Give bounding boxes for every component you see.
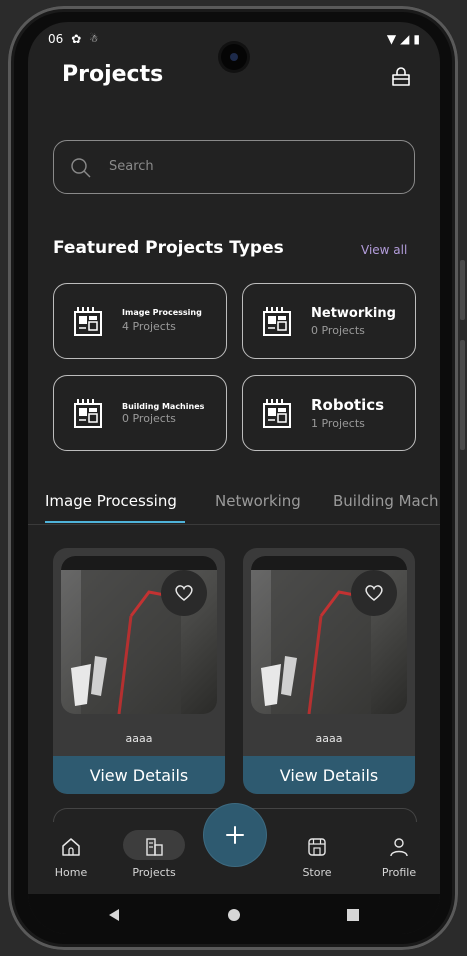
add-project-button[interactable] [204, 804, 266, 866]
page-title: Projects [62, 62, 164, 87]
nav-label: Projects [132, 866, 176, 879]
settings-icon: ✿ [71, 32, 82, 46]
battery-icon: ▮ [413, 32, 420, 46]
front-camera [221, 44, 247, 70]
card-count: 4 Projects [122, 320, 176, 333]
featured-card-networking[interactable]: Networking 0 Projects [242, 283, 416, 359]
card-count: 1 Projects [311, 417, 365, 430]
view-details-button[interactable]: View Details [53, 756, 225, 794]
app-screen: 06 ✿ ☃ ▼ ◢ ▮ Projects Search Featured Pr… [28, 22, 440, 934]
search-icon [71, 158, 91, 178]
card-name: Networking [311, 306, 396, 321]
tab-building-machines[interactable]: Building Mach [333, 492, 439, 510]
nav-label: Profile [381, 866, 417, 879]
shopping-bag-icon[interactable] [390, 66, 412, 88]
power-button [460, 340, 465, 450]
favorite-button[interactable] [351, 570, 397, 616]
signal-icon: ◢ [400, 32, 410, 46]
project-type-icon [74, 399, 102, 428]
notification-icon: ☃ [89, 33, 99, 45]
project-type-icon [74, 307, 102, 336]
project-name: aaaa [315, 732, 343, 745]
project-card[interactable]: aaaa View Details [53, 548, 225, 794]
project-image [251, 556, 407, 714]
project-card[interactable]: aaaa View Details [243, 548, 415, 794]
system-navigation-bar [28, 894, 440, 934]
project-type-icon [263, 307, 291, 336]
home-button-icon[interactable] [227, 908, 241, 922]
search-placeholder: Search [109, 159, 154, 174]
home-icon [62, 838, 80, 856]
volume-button [460, 260, 465, 320]
project-name: aaaa [125, 732, 153, 745]
featured-card-building-machines[interactable]: Building Machines 0 Projects [53, 375, 227, 451]
status-time: 06 [48, 32, 64, 46]
heart-icon [175, 585, 193, 601]
featured-section-title: Featured Projects Types [53, 238, 284, 258]
projects-icon [146, 838, 163, 856]
card-name: Image Processing [122, 308, 202, 317]
search-input[interactable]: Search [53, 140, 415, 194]
favorite-button[interactable] [161, 570, 207, 616]
card-count: 0 Projects [122, 412, 176, 425]
wifi-icon: ▼ [386, 32, 397, 46]
featured-card-image-processing[interactable]: Image Processing 4 Projects [53, 283, 227, 359]
store-icon [308, 838, 326, 856]
card-name: Building Machines [122, 402, 205, 411]
project-image [61, 556, 217, 714]
view-details-button[interactable]: View Details [243, 756, 415, 794]
card-count: 0 Projects [311, 324, 365, 337]
profile-icon [390, 838, 408, 857]
recents-icon[interactable] [346, 908, 360, 922]
back-icon[interactable] [108, 908, 120, 922]
nav-label: Home [54, 866, 88, 879]
card-name: Robotics [311, 396, 385, 414]
project-tabs: Image Processing Networking Building Mac… [28, 488, 440, 525]
tab-networking[interactable]: Networking [215, 492, 301, 510]
tab-image-processing[interactable]: Image Processing [45, 492, 177, 510]
active-tab-indicator [45, 521, 185, 523]
heart-icon [365, 585, 383, 601]
view-all-link[interactable]: View all [361, 243, 407, 257]
project-type-icon [263, 399, 291, 428]
featured-card-robotics[interactable]: Robotics 1 Projects [242, 375, 416, 451]
nav-label: Store [302, 866, 332, 879]
